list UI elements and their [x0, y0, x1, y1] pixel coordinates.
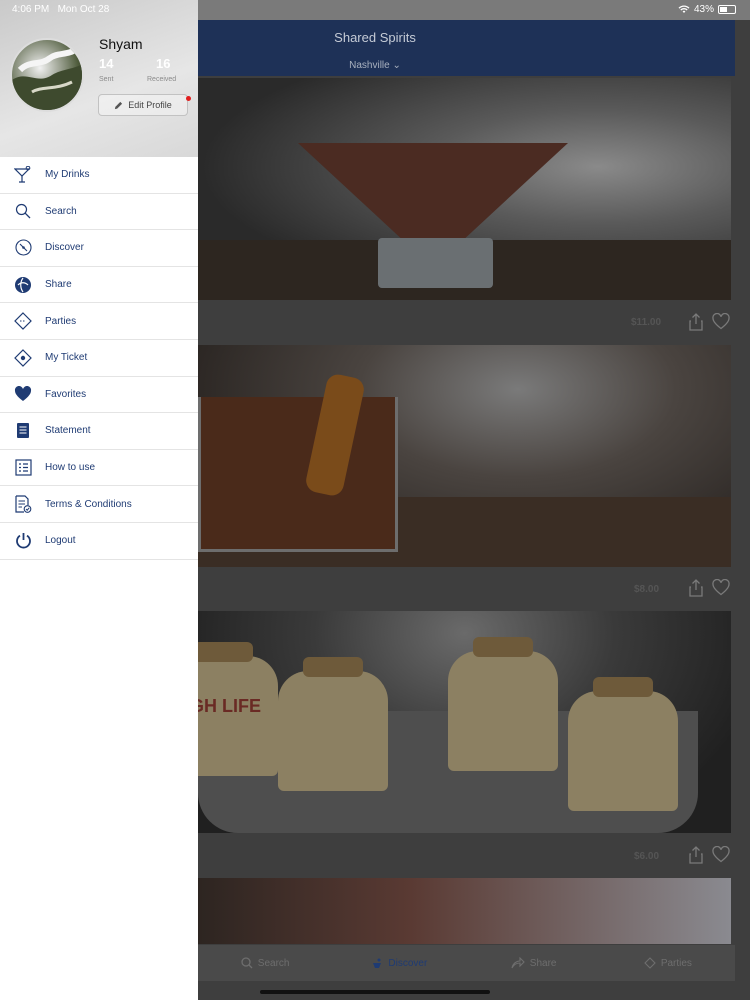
edit-profile-button[interactable]: Edit Profile: [98, 94, 188, 116]
menu-label: Discover: [45, 242, 84, 254]
tab-label: Search: [257, 957, 290, 969]
menu-item-share[interactable]: Share: [0, 267, 198, 304]
drink-price: $6.00: [634, 851, 660, 862]
tab-label: Discover: [388, 957, 428, 969]
drink-photo[interactable]: [198, 878, 731, 944]
wifi-icon: [678, 5, 690, 13]
menu-item-terms[interactable]: Terms & Conditions: [0, 486, 198, 523]
bottom-tab-bar: Search Discover Share Parties: [198, 945, 735, 981]
notification-dot: [186, 96, 191, 101]
menu-item-discover[interactable]: Discover: [0, 230, 198, 267]
beer-bottle: [278, 657, 388, 791]
menu-item-my-drinks[interactable]: My Drinks: [0, 157, 198, 194]
menu-label: Search: [45, 205, 77, 217]
status-time: 4:06 PM: [12, 4, 50, 15]
drink-actions: [688, 579, 730, 597]
ticket-icon: [13, 311, 33, 331]
beer-bottle: [568, 677, 678, 811]
my-ticket-icon: [13, 348, 33, 368]
compass-icon: [13, 238, 33, 258]
menu-label: My Drinks: [45, 169, 90, 181]
menu-label: Statement: [45, 425, 91, 437]
menu-label: My Ticket: [45, 352, 88, 364]
menu-label: How to use: [45, 462, 96, 474]
menu-item-how-to-use[interactable]: How to use: [0, 450, 198, 487]
share-icon[interactable]: [688, 313, 704, 331]
user-name: Shyam: [99, 36, 143, 52]
edit-profile-label: Edit Profile: [128, 100, 172, 110]
received-label: Received: [147, 76, 177, 83]
home-indicator[interactable]: [260, 990, 490, 994]
avatar-photo: [12, 45, 82, 110]
menu-label: Logout: [45, 535, 76, 547]
statement-icon: [13, 421, 33, 441]
heart-icon: [13, 384, 33, 404]
tab-search[interactable]: Search: [198, 957, 332, 969]
menu-label: Favorites: [45, 388, 87, 400]
terms-icon: [13, 494, 33, 514]
share-icon[interactable]: [688, 579, 704, 597]
drink-photo[interactable]: IGH LIFE: [198, 611, 731, 833]
status-time-date: 4:06 PM Mon Oct 28: [12, 4, 109, 15]
martini-stem: [378, 238, 493, 288]
rocks-glass: [198, 397, 398, 552]
drink-actions: [688, 846, 730, 864]
search-icon: [241, 957, 253, 969]
discover-icon: [373, 958, 382, 968]
city-label: Nashville: [349, 60, 390, 71]
power-icon: [13, 531, 33, 551]
drink-price: $8.00: [634, 584, 660, 595]
heart-outline-icon[interactable]: [712, 313, 730, 330]
sent-label: Sent: [99, 76, 114, 83]
ticket-icon: [644, 957, 656, 969]
avatar[interactable]: [10, 38, 84, 112]
menu-item-parties[interactable]: Parties: [0, 303, 198, 340]
battery-percent: 43%: [693, 4, 714, 15]
share-icon: [511, 957, 525, 969]
guide-icon: [13, 458, 33, 478]
menu-label: Parties: [45, 315, 77, 327]
navigation-drawer: 4:06 PM Mon Oct 28 Shyam 14 Sent 16 Rece…: [0, 0, 198, 1000]
pencil-icon: [115, 101, 123, 109]
beer-bottle: [448, 637, 558, 771]
heart-outline-icon[interactable]: [712, 579, 730, 596]
tab-discover[interactable]: Discover: [332, 957, 466, 969]
menu-item-logout[interactable]: Logout: [0, 523, 198, 560]
share-globe-icon: [13, 275, 33, 295]
martini-glass: [298, 143, 568, 238]
menu-item-statement[interactable]: Statement: [0, 413, 198, 450]
menu-item-my-ticket[interactable]: My Ticket: [0, 340, 198, 377]
drawer-menu: My Drinks Search Discover Share Parties: [0, 157, 198, 560]
beer-bottle: IGH LIFE: [198, 642, 278, 776]
status-right: 43%: [678, 4, 736, 15]
menu-label: Terms & Conditions: [45, 498, 132, 510]
chevron-down-icon: ⌄: [392, 60, 401, 71]
drink-price: $11.00: [631, 317, 662, 328]
menu-label: Share: [45, 279, 72, 291]
status-date: Mon Oct 28: [57, 4, 110, 15]
menu-item-search[interactable]: Search: [0, 194, 198, 231]
menu-item-favorites[interactable]: Favorites: [0, 377, 198, 414]
cocktail-icon: [13, 165, 33, 185]
tab-parties[interactable]: Parties: [601, 957, 735, 969]
battery-icon: [718, 5, 736, 14]
drink-actions: [688, 313, 730, 331]
search-icon: [13, 201, 33, 221]
drink-photo[interactable]: [198, 78, 731, 300]
tab-label: Parties: [660, 957, 692, 969]
share-icon[interactable]: [688, 846, 704, 864]
received-count: 16: [156, 56, 171, 71]
tab-label: Share: [529, 957, 557, 969]
drink-photo[interactable]: [198, 345, 731, 567]
profile-header: 4:06 PM Mon Oct 28 Shyam 14 Sent 16 Rece…: [0, 0, 198, 157]
heart-outline-icon[interactable]: [712, 846, 730, 863]
sent-count: 14: [99, 56, 114, 71]
bottle-label: IGH LIFE: [198, 696, 261, 716]
tab-share[interactable]: Share: [467, 957, 601, 969]
